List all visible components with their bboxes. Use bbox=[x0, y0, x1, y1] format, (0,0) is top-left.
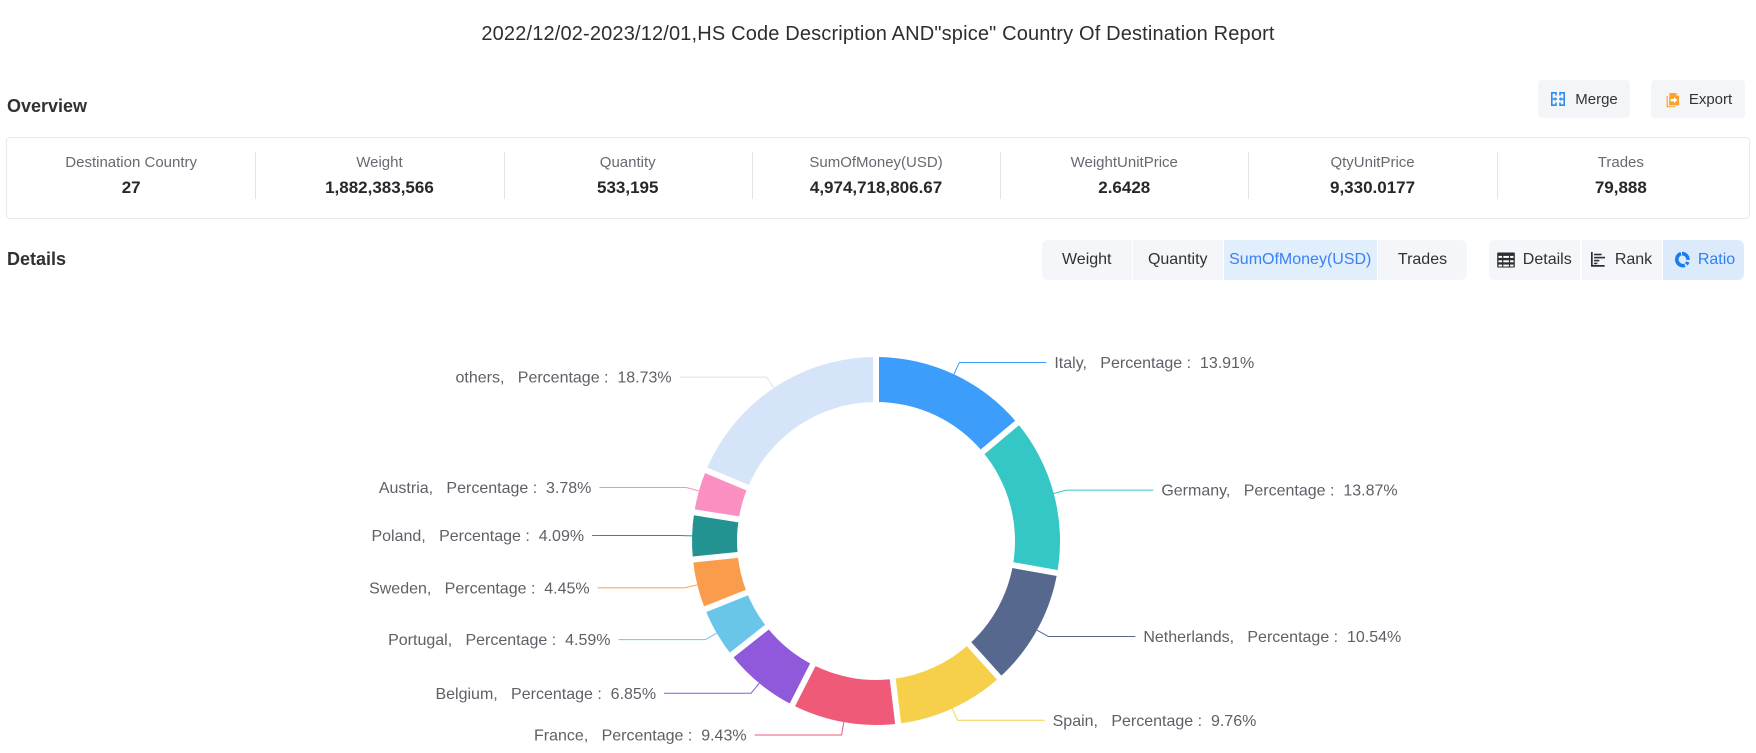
svg-text:others, Percentage : 18.73%: others, Percentage : 18.73% bbox=[456, 370, 672, 387]
svg-text:Portugal, Percentage : 4.59: Portugal, Percentage : 4.59% bbox=[388, 632, 610, 649]
svg-text:Spain, Percentage : 9.76%: Spain, Percentage : 9.76% bbox=[1053, 713, 1257, 730]
svg-text:Sweden, Percentage : 4.45%: Sweden, Percentage : 4.45% bbox=[369, 580, 590, 597]
svg-text:France, Percentage : 9.43%: France, Percentage : 9.43% bbox=[534, 727, 747, 744]
svg-text:Germany, Percentage : 13.87: Germany, Percentage : 13.87% bbox=[1161, 483, 1397, 500]
svg-text:Belgium, Percentage : 6.85%: Belgium, Percentage : 6.85% bbox=[435, 686, 656, 703]
svg-text:Poland, Percentage : 4.09%: Poland, Percentage : 4.09% bbox=[371, 528, 584, 545]
svg-text:Austria, Percentage : 3.78%: Austria, Percentage : 3.78% bbox=[379, 480, 592, 497]
svg-text:Italy, Percentage : 13.91%: Italy, Percentage : 13.91% bbox=[1054, 355, 1254, 372]
svg-text:Netherlands, Percentage : 1: Netherlands, Percentage : 10.54% bbox=[1143, 629, 1401, 646]
